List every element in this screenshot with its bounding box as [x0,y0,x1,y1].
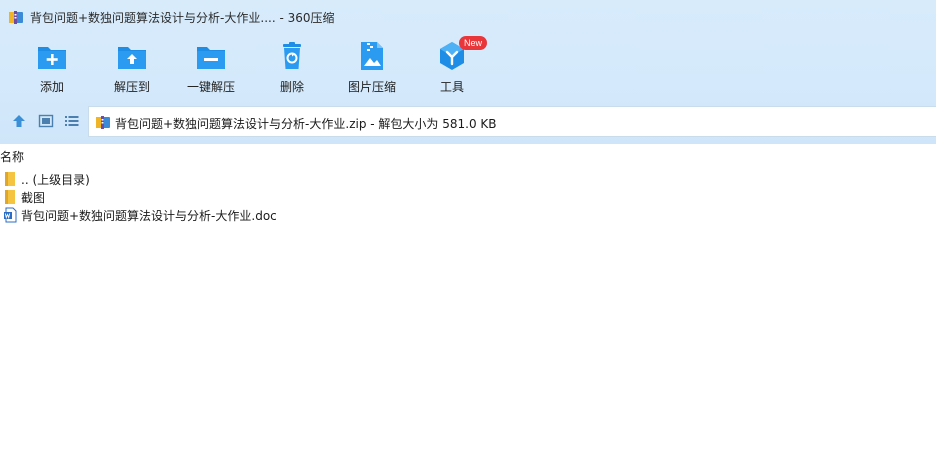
tools-label: 工具 [439,80,464,94]
folder-extract-icon [118,47,146,69]
extract-to-label: 解压到 [113,80,150,94]
file-list: 名称 .. (上级目录) 截图 背包问题+数独问题算法设计与分析-大作业.doc [0,144,936,449]
up-arrow-icon[interactable] [11,113,27,129]
list-view-icon[interactable] [64,113,80,129]
image-compress-button[interactable]: 图片压缩 [335,38,409,100]
new-badge: New [459,36,488,50]
one-click-extract-icon [197,47,225,69]
zip-archive-icon [96,116,110,129]
navigation-bar: 背包问题+数独问题算法设计与分析-大作业.zip - 解包大小为 581.0 K… [0,104,936,137]
folder-icon [5,190,15,204]
title-bar: 背包问题+数独问题算法设计与分析-大作业.... - 360压缩 [0,0,936,34]
file-name: .. (上级目录) [21,173,90,187]
list-item-folder[interactable]: 截图 [0,188,400,206]
one-click-extract-button[interactable]: 一键解压 [174,38,248,100]
window-title: 背包问题+数独问题算法设计与分析-大作业.... - 360压缩 [30,11,335,25]
list-item-document[interactable]: 背包问题+数独问题算法设计与分析-大作业.doc [0,206,400,224]
image-compress-icon [361,42,383,70]
tools-button[interactable]: New 工具 [415,36,489,100]
main-toolbar: 添加 解压到 一键解压 删除 图片压缩 New 工具 [0,34,936,104]
image-compress-label: 图片压缩 [347,80,396,94]
file-name: 截图 [21,191,46,205]
top-panel: 背包问题+数独问题算法设计与分析-大作业.... - 360压缩 添加 解压到 [0,0,936,144]
delete-label: 删除 [279,80,304,94]
extract-to-button[interactable]: 解压到 [95,38,169,100]
folder-icon [5,172,15,186]
trash-icon [283,42,301,69]
word-document-icon [4,207,17,223]
list-item-parent-directory[interactable]: .. (上级目录) [0,170,400,188]
file-name: 背包问题+数独问题算法设计与分析-大作业.doc [21,209,277,223]
path-field[interactable]: 背包问题+数独问题算法设计与分析-大作业.zip - 解包大小为 581.0 K… [88,106,936,137]
one-click-extract-label: 一键解压 [186,80,235,94]
folder-add-icon [38,47,66,69]
add-label: 添加 [39,80,64,94]
thumbnail-view-icon[interactable] [38,113,54,129]
column-header-name[interactable]: 名称 [0,148,24,164]
archive-path-text: 背包问题+数独问题算法设计与分析-大作业.zip - 解包大小为 581.0 K… [115,117,497,131]
add-button[interactable]: 添加 [15,38,89,100]
delete-button[interactable]: 删除 [255,38,329,100]
archive-app-icon [9,11,23,24]
